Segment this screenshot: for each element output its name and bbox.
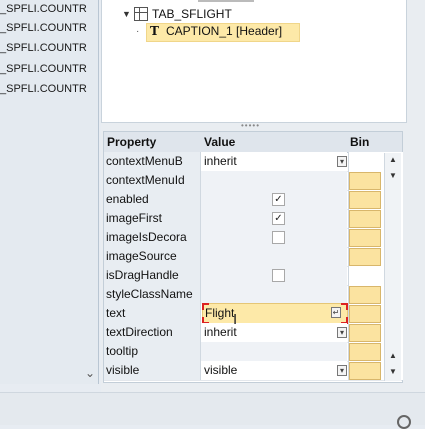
- text-caption-icon: T: [150, 24, 159, 38]
- splitter-handle[interactable]: •••••: [241, 122, 259, 130]
- focus-corner: [202, 303, 209, 310]
- focus-corner: [341, 303, 348, 310]
- dropdown-icon[interactable]: ▾: [337, 365, 347, 376]
- outline-item[interactable]: _SPFLI.COUNTR: [0, 39, 87, 57]
- checkbox[interactable]: [272, 231, 285, 244]
- tree-connector: ·: [136, 26, 140, 37]
- outline-item[interactable]: _SPFLI.COUNTR: [0, 60, 87, 78]
- property-row[interactable]: imageSource: [104, 247, 403, 267]
- outline-item[interactable]: _SPFLI.COUNTR: [0, 19, 87, 37]
- outline-panel: _SPFLI.COUNTR _SPFLI.COUNTR _SPFLI.COUNT…: [0, 0, 99, 384]
- text-value-input[interactable]: Flight ↵: [202, 303, 348, 324]
- property-row[interactable]: visible visible ▾: [104, 361, 403, 381]
- tree-node-label: CAPTION_1 [Header]: [166, 24, 283, 38]
- property-name: text: [104, 304, 201, 323]
- property-name: visible: [104, 361, 201, 380]
- value-column-header[interactable]: Value: [204, 132, 235, 152]
- binding-button[interactable]: [349, 191, 381, 209]
- text-cursor-icon: I: [233, 311, 238, 328]
- binding-button[interactable]: [349, 343, 381, 361]
- property-name: textDirection: [104, 323, 201, 342]
- property-value[interactable]: [201, 342, 347, 361]
- property-name: imageFirst: [104, 209, 201, 228]
- property-row[interactable]: contextMenuB inherit ▾: [104, 152, 403, 172]
- checkbox[interactable]: ✓: [272, 193, 285, 206]
- property-value[interactable]: [201, 247, 347, 266]
- dropdown-icon[interactable]: ▾: [337, 156, 347, 167]
- binding-button[interactable]: [349, 324, 381, 342]
- value-help-icon[interactable]: ↵: [331, 307, 341, 318]
- property-row[interactable]: styleClassName: [104, 285, 403, 305]
- property-row[interactable]: enabled ✓: [104, 190, 403, 210]
- scroll-up-icon[interactable]: ▲: [385, 349, 401, 363]
- search-icon[interactable]: [397, 415, 411, 429]
- table-icon: [134, 7, 148, 21]
- property-value[interactable]: visible: [201, 361, 347, 380]
- property-name: styleClassName: [104, 285, 201, 304]
- properties-area: ▼ TAB_SFLIGHT · T CAPTION_1 [Header] •••…: [101, 0, 425, 392]
- property-value[interactable]: [201, 285, 347, 304]
- binding-button[interactable]: [349, 286, 381, 304]
- property-value[interactable]: inherit: [201, 323, 347, 342]
- text-value: Flight: [205, 306, 235, 320]
- property-row[interactable]: isDragHandle: [104, 266, 403, 286]
- property-name: contextMenuB: [104, 152, 201, 171]
- property-row[interactable]: imageIsDecora: [104, 228, 403, 248]
- checkbox[interactable]: ✓: [272, 212, 285, 225]
- property-column-header[interactable]: Property: [107, 132, 156, 152]
- property-value[interactable]: [201, 171, 347, 190]
- checkbox[interactable]: [272, 269, 285, 282]
- binding-button[interactable]: [349, 229, 381, 247]
- tree-top-bar: [198, 0, 254, 2]
- property-row[interactable]: tooltip: [104, 342, 403, 362]
- binding-button[interactable]: [349, 210, 381, 228]
- outline-item[interactable]: _SPFLI.COUNTR: [0, 0, 87, 18]
- element-tree: ▼ TAB_SFLIGHT · T CAPTION_1 [Header]: [101, 0, 407, 123]
- scroll-down-icon[interactable]: ▼: [385, 169, 401, 183]
- property-name: isDragHandle: [104, 266, 201, 285]
- property-row[interactable]: contextMenuId: [104, 171, 403, 191]
- expand-triangle-icon[interactable]: ▼: [122, 6, 131, 22]
- outline-item[interactable]: _SPFLI.COUNTR: [0, 80, 87, 98]
- binding-button[interactable]: [349, 248, 381, 266]
- binding-button[interactable]: [349, 362, 381, 380]
- property-name: tooltip: [104, 342, 201, 361]
- property-value[interactable]: inherit: [201, 152, 347, 171]
- property-row[interactable]: textDirection inherit ▾: [104, 323, 403, 343]
- property-name: imageIsDecora: [104, 228, 201, 247]
- chevron-down-icon[interactable]: ⌄: [84, 366, 96, 380]
- binding-column-header[interactable]: Bin: [348, 132, 369, 152]
- vertical-scrollbar[interactable]: ▲ ▼ ▲ ▼: [384, 153, 401, 381]
- property-row[interactable]: text Flight ↵: [104, 303, 403, 324]
- property-name: enabled: [104, 190, 201, 209]
- status-bar: [0, 392, 425, 429]
- property-grid: Property Value Bin contextMenuB inherit ▾ c…: [103, 131, 403, 383]
- scroll-up-icon[interactable]: ▲: [385, 153, 401, 167]
- property-name: imageSource: [104, 247, 201, 266]
- dropdown-icon[interactable]: ▾: [337, 327, 347, 338]
- tree-node-label: TAB_SFLIGHT: [152, 7, 232, 21]
- grid-header: Property Value Bin: [104, 132, 402, 153]
- scroll-down-icon[interactable]: ▼: [385, 365, 401, 379]
- binding-button[interactable]: [349, 305, 381, 323]
- binding-button[interactable]: [349, 172, 381, 190]
- property-name: contextMenuId: [104, 171, 201, 190]
- property-row[interactable]: imageFirst ✓: [104, 209, 403, 229]
